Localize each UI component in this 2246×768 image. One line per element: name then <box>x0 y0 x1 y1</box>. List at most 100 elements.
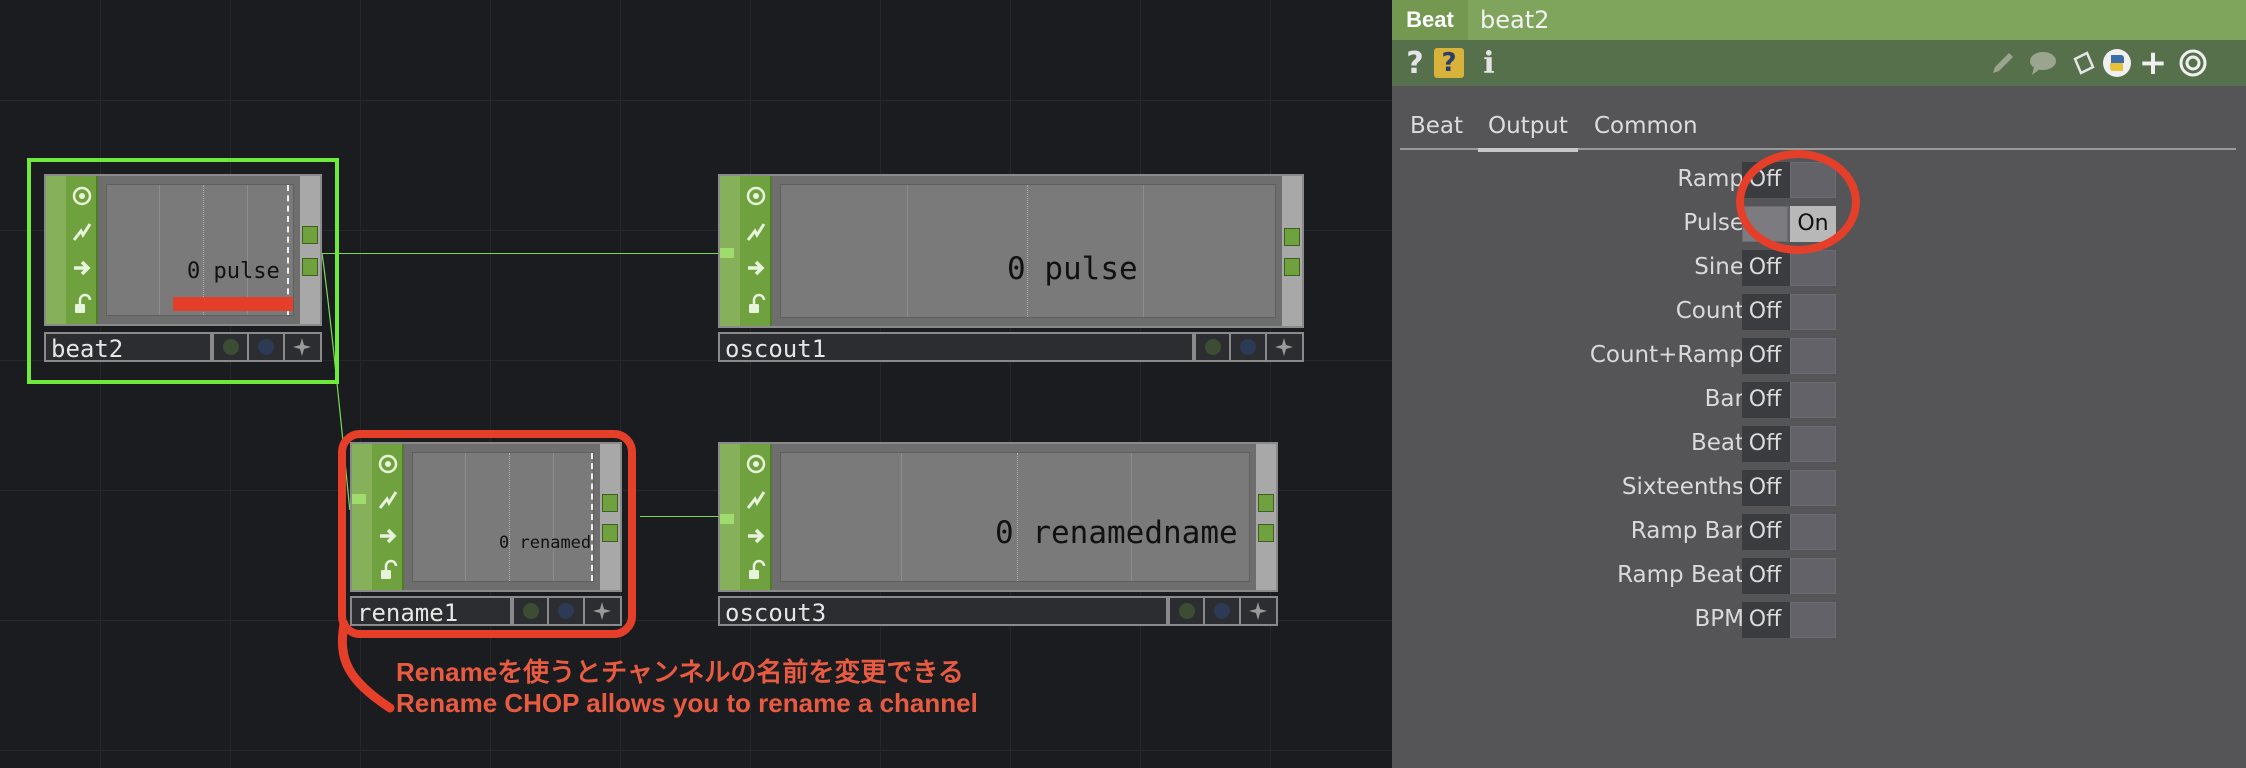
toggle-ramp-bar[interactable]: Off <box>1742 514 1836 550</box>
param-tabs: Beat Output Common <box>1400 104 2236 152</box>
bypass-icon[interactable] <box>70 220 94 244</box>
render-flag-icon[interactable] <box>1241 598 1276 624</box>
display-flag-icon[interactable] <box>1205 598 1241 624</box>
network-editor[interactable]: 0 pulse beat2 0 pulse oscout1 0 renamedr… <box>0 0 1392 768</box>
viewer-icon[interactable] <box>70 184 94 208</box>
node-flags <box>1168 596 1278 626</box>
node-flags <box>1194 332 1304 362</box>
node-body[interactable]: 0 pulse <box>44 174 322 326</box>
node-name-field[interactable]: oscout3 <box>718 596 1168 627</box>
arrow-right-icon[interactable] <box>744 256 768 280</box>
info-icon[interactable]: i <box>1472 46 1506 81</box>
arrow-right-icon[interactable] <box>70 256 94 280</box>
node-buttons <box>740 444 772 590</box>
param-row-ramp-bar: Ramp Bar Off <box>1392 512 2246 552</box>
op-type-label: Beat <box>1392 0 1468 40</box>
clipboard-icon[interactable] <box>2066 46 2100 80</box>
input-connector[interactable] <box>720 514 734 524</box>
op-name-field[interactable]: beat2 <box>1472 0 2246 40</box>
output-connector[interactable] <box>302 258 318 276</box>
viewer-icon[interactable] <box>744 184 768 208</box>
display-flag-icon[interactable] <box>1231 334 1267 360</box>
output-connector-strip <box>1256 444 1276 590</box>
param-label: Beat <box>1690 430 1744 456</box>
arrow-right-icon[interactable] <box>744 524 768 548</box>
bypass-icon[interactable] <box>744 488 768 512</box>
param-label: Count+Ramp <box>1589 342 1744 368</box>
render-flag-icon[interactable] <box>1267 334 1302 360</box>
wire-rename1-oscout3 <box>640 516 720 517</box>
node-buttons <box>740 176 772 326</box>
comment-icon[interactable] <box>2026 46 2060 80</box>
input-connector[interactable] <box>720 248 734 258</box>
tab-common[interactable]: Common <box>1584 104 1708 148</box>
annotation-underline <box>173 297 293 311</box>
channel-viewer: 0 pulse <box>106 184 294 316</box>
tab-beat[interactable]: Beat <box>1400 104 1473 148</box>
channel-viewer: 0 pulse <box>780 184 1276 318</box>
param-row-sixteenths: Sixteenths Off <box>1392 468 2246 508</box>
channel-label: 0 pulse <box>1007 251 1138 287</box>
python-icon[interactable] <box>2100 46 2134 80</box>
channel-viewer: 0 renamedname <box>780 452 1250 582</box>
output-connector[interactable] <box>1284 228 1300 246</box>
param-row-count: Count Off <box>1392 292 2246 332</box>
annotation-highlight-rename1 <box>338 430 636 638</box>
toggle-bpm[interactable]: Off <box>1742 602 1836 638</box>
param-row-bar: Bar Off <box>1392 380 2246 420</box>
param-label: Sixteenths <box>1621 474 1744 500</box>
param-row-beat: Beat Off <box>1392 424 2246 464</box>
node-name-field[interactable]: oscout1 <box>718 332 1194 363</box>
display-flag-icon[interactable] <box>249 334 285 360</box>
output-connector[interactable] <box>1258 494 1274 512</box>
param-label: Sine <box>1694 254 1744 280</box>
channel-label: 0 pulse <box>187 259 280 284</box>
toggle-bar[interactable]: Off <box>1742 382 1836 418</box>
tab-output[interactable]: Output <box>1478 104 1578 152</box>
add-icon[interactable]: + <box>2136 43 2170 83</box>
help-icon[interactable]: ? <box>1398 46 1432 81</box>
output-connector[interactable] <box>302 226 318 244</box>
param-label: Count <box>1675 298 1744 324</box>
node-flags <box>212 332 322 362</box>
toggle-count-ramp[interactable]: Off <box>1742 338 1836 374</box>
param-label: Bar <box>1704 386 1744 412</box>
param-label: BPM <box>1694 606 1745 632</box>
channel-label: 0 renamedname <box>995 515 1238 551</box>
toggle-sine[interactable]: Off <box>1742 250 1836 286</box>
viewer-icon[interactable] <box>744 452 768 476</box>
cook-flag-icon[interactable] <box>1196 334 1232 360</box>
annotation-text-ja: Renameを使うとチャンネルの名前を変更できる <box>396 657 964 687</box>
param-row-sine: Sine Off <box>1392 248 2246 288</box>
param-row-ramp-beat: Ramp Beat Off <box>1392 556 2246 596</box>
toggle-ramp-beat[interactable]: Off <box>1742 558 1836 594</box>
lock-icon[interactable] <box>744 558 768 582</box>
lock-icon[interactable] <box>744 292 768 316</box>
toggle-sixteenths[interactable]: Off <box>1742 470 1836 506</box>
panel-header: Beat beat2 <box>1392 0 2246 40</box>
output-connector-strip <box>1282 176 1302 326</box>
wire-beat2-oscout1 <box>322 253 720 254</box>
toggle-beat[interactable]: Off <box>1742 426 1836 462</box>
annotation-circle <box>1736 150 1860 254</box>
edit-icon[interactable] <box>1986 46 2020 80</box>
lock-icon[interactable] <box>70 292 94 316</box>
output-connector[interactable] <box>1258 524 1274 542</box>
annotation-text-en: Rename CHOP allows you to rename a chann… <box>396 688 978 718</box>
node-name-field[interactable]: beat2 <box>44 332 212 363</box>
output-connector[interactable] <box>1284 258 1300 276</box>
node-body[interactable]: 0 pulse <box>718 174 1304 328</box>
bypass-icon[interactable] <box>744 220 768 244</box>
render-flag-icon[interactable] <box>285 334 320 360</box>
python-help-icon[interactable]: ? <box>1432 46 1466 80</box>
node-body[interactable]: 0 renamedname <box>718 442 1278 592</box>
param-row-count-ramp: Count+Ramp Off <box>1392 336 2246 376</box>
param-row-bpm: BPM Off <box>1392 600 2246 640</box>
param-label: Ramp Bar <box>1630 518 1744 544</box>
toggle-count[interactable]: Off <box>1742 294 1836 330</box>
panel-toolbar: ? ? i + <box>1392 40 2246 86</box>
param-label: Pulse <box>1683 210 1744 236</box>
cook-flag-icon[interactable] <box>214 334 250 360</box>
cook-flag-icon[interactable] <box>1170 598 1206 624</box>
target-icon[interactable] <box>2176 46 2210 80</box>
